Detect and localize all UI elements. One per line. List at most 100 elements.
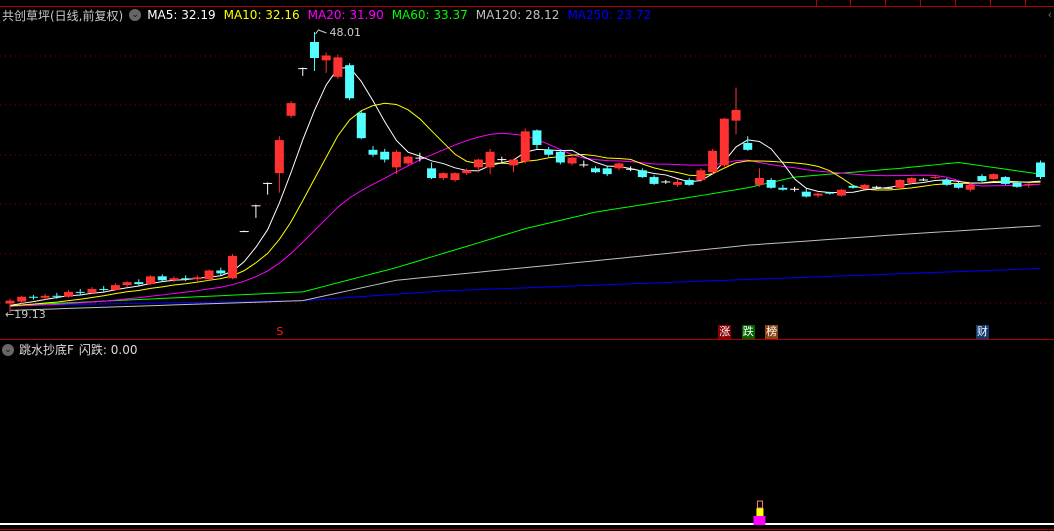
- candle-body: [754, 178, 764, 185]
- candle-body: [380, 151, 390, 160]
- candle-body: [333, 57, 343, 77]
- candle-body: [40, 295, 50, 298]
- candle-body: [157, 276, 167, 281]
- candle-body: [64, 291, 74, 297]
- candle-body: [860, 184, 870, 189]
- candle-body: [977, 176, 987, 181]
- candle-body: [544, 149, 554, 155]
- ma-legend-item: MA60: 33.37: [391, 8, 468, 22]
- candle-body: [930, 177, 940, 179]
- candle-body: [766, 179, 776, 188]
- candle-body: [427, 168, 437, 179]
- chevron-down-icon[interactable]: ⌄: [2, 343, 14, 356]
- candle-body: [110, 285, 120, 290]
- candle-body: [415, 157, 425, 159]
- ma5-line: [9, 66, 1041, 306]
- candle-body: [848, 185, 858, 188]
- candle-body: [216, 270, 226, 274]
- candle-body: [298, 68, 308, 70]
- event-marker[interactable]: 跌: [741, 325, 755, 339]
- ma-legend-item: MA120: 28.12: [475, 8, 560, 22]
- candle-body: [28, 296, 38, 298]
- signal-bar: [753, 516, 766, 525]
- event-marker[interactable]: 榜: [765, 325, 779, 339]
- candle-body: [614, 163, 624, 169]
- chevron-down-icon[interactable]: ⌄: [129, 9, 142, 21]
- indicator-name[interactable]: 跳水抄底F: [19, 341, 74, 358]
- candle-body: [473, 159, 483, 168]
- signal-bar: [756, 500, 763, 509]
- candle-body: [169, 278, 179, 281]
- candle-body: [872, 186, 882, 188]
- candle-body: [309, 42, 319, 58]
- ma60-line: [9, 161, 1041, 307]
- candle-body: [567, 157, 577, 164]
- candle-body: [274, 140, 284, 174]
- indicator-value: 闪跌: 0.00: [78, 343, 138, 357]
- candle-body: [672, 181, 682, 185]
- candle-body: [227, 255, 237, 279]
- candle-body: [263, 182, 273, 184]
- candle-body: [485, 151, 495, 168]
- indicator-legend: ⌄ 跳水抄底F 闪跌: 0.00: [2, 341, 137, 358]
- ma-legend: MA5: 32.19 MA10: 32.16 MA20: 31.90 MA60: 33…: [147, 8, 651, 22]
- candle-body: [825, 192, 835, 194]
- candle-body: [883, 187, 893, 189]
- ma-legend-item: MA10: 32.16: [223, 8, 300, 22]
- candle-body: [450, 173, 460, 180]
- candle-body: [790, 188, 800, 190]
- candle-body: [509, 159, 519, 166]
- candle-body: [1000, 177, 1010, 184]
- candle-body: [1012, 182, 1022, 187]
- ma250-line: [9, 268, 1041, 307]
- candle-body: [497, 159, 507, 161]
- price-chart[interactable]: 48.01 ←19.13: [0, 0, 1054, 531]
- candle-body: [356, 112, 366, 139]
- ma120-line: [9, 225, 1041, 311]
- candle-body: [626, 168, 636, 170]
- event-marker[interactable]: 财: [975, 325, 989, 339]
- ma-legend-item: MA20: 31.90: [307, 8, 384, 22]
- candle-body: [192, 277, 202, 280]
- candle-body: [403, 156, 413, 164]
- candle-body: [87, 288, 97, 293]
- candle-body: [368, 149, 378, 155]
- candle-body: [75, 291, 85, 293]
- candle-body: [637, 170, 647, 178]
- candle-body: [895, 179, 905, 188]
- candle-body: [345, 65, 355, 99]
- ma-legend-item: MA5: 32.19: [147, 8, 216, 22]
- high-pointer: [315, 29, 327, 35]
- candle-body: [17, 296, 27, 302]
- candle-body: [684, 179, 694, 185]
- candle-body: [918, 179, 928, 181]
- candle-body: [965, 184, 975, 190]
- candle-body: [778, 187, 788, 190]
- candle-body: [743, 143, 753, 150]
- candle-body: [99, 288, 109, 290]
- ma-legend-item: MA250: 23.72: [567, 8, 652, 22]
- candle-body: [251, 205, 261, 207]
- candle-body: [1035, 162, 1045, 178]
- candle-body: [954, 183, 964, 188]
- low-price-label: ←19.13: [5, 308, 46, 321]
- candle-body: [146, 276, 156, 285]
- candle-body: [134, 282, 144, 285]
- candle-body: [731, 109, 741, 121]
- candle-body: [181, 278, 191, 280]
- candle-body: [579, 164, 589, 166]
- event-marker[interactable]: S: [273, 325, 287, 339]
- candle-body: [5, 300, 15, 304]
- chevron-left-icon[interactable]: ‹: [1048, 8, 1052, 21]
- candle-body: [122, 282, 132, 286]
- candle-body: [719, 118, 729, 166]
- main-legend: 共创草坪(日线,前复权) ⌄ MA5: 32.19 MA10: 32.16 MA20…: [2, 7, 651, 23]
- candle-body: [989, 174, 999, 180]
- candle-body: [1024, 183, 1034, 185]
- event-marker[interactable]: 涨: [718, 325, 732, 339]
- candle-body: [942, 179, 952, 185]
- candle-body: [391, 151, 401, 168]
- candle-body: [520, 131, 530, 162]
- signal-bar: [756, 508, 764, 516]
- candle-body: [462, 170, 472, 174]
